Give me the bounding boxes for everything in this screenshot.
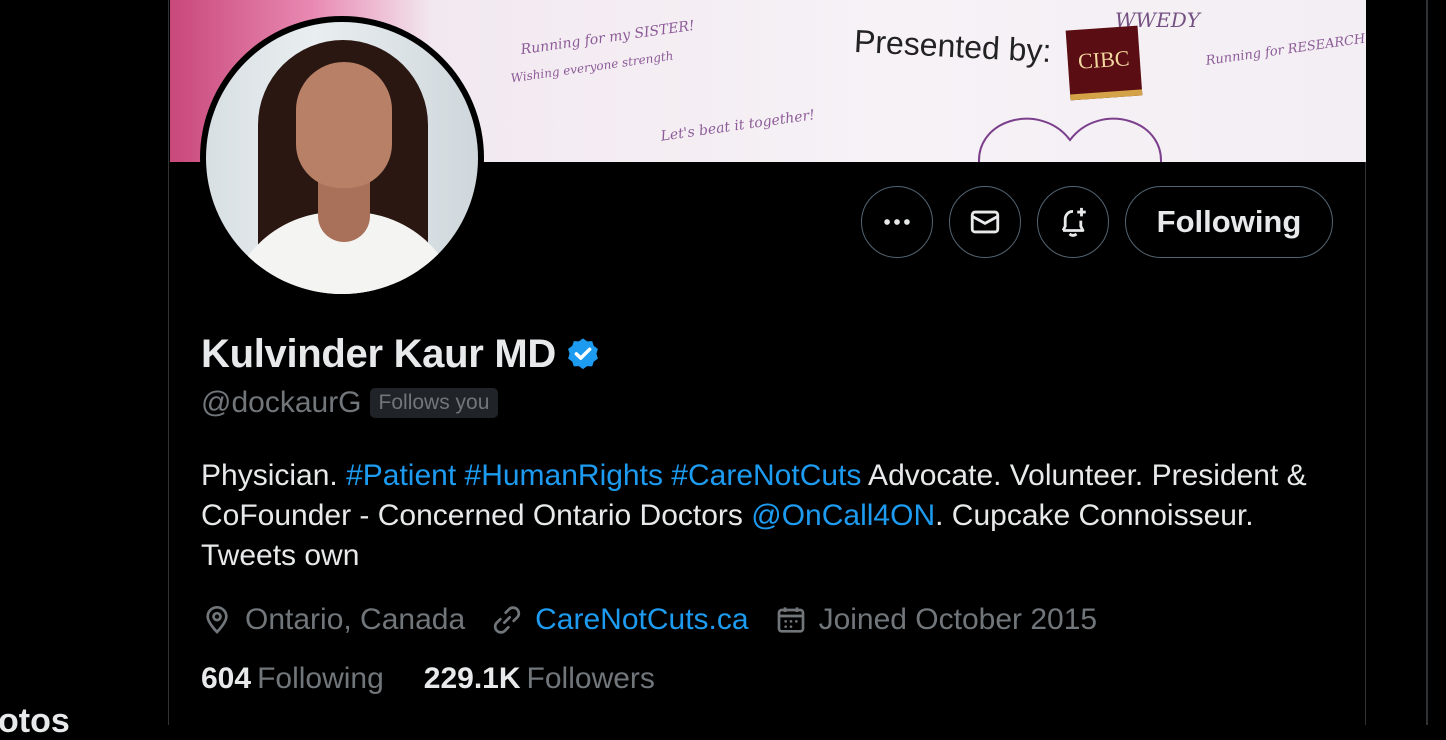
profile-bio: Physician. #Patient #HumanRights #CareNo…: [201, 456, 1341, 576]
profile-name: Kulvinder Kaur MD: [201, 332, 556, 376]
following-stat[interactable]: 604 Following: [201, 662, 384, 696]
mail-icon: [970, 210, 1000, 234]
joined-item: Joined October 2015: [775, 603, 1098, 637]
following-label: Following: [257, 662, 384, 695]
message-button[interactable]: [949, 186, 1021, 258]
heart-drawing-icon: [978, 117, 1162, 162]
website-item[interactable]: CareNotCuts.ca: [491, 603, 749, 637]
profile-name-row: Kulvinder Kaur MD: [201, 332, 602, 377]
bio-text: Physician.: [201, 459, 347, 492]
followers-label: Followers: [526, 662, 655, 695]
hashtag-link[interactable]: #HumanRights: [465, 459, 663, 492]
followers-count: 229.1K: [423, 662, 521, 695]
following-count: 604: [201, 662, 252, 695]
profile-meta: Ontario, Canada CareNotCuts.ca Joined Oc…: [201, 598, 1123, 642]
follows-you-badge: Follows you: [369, 388, 499, 418]
banner-scrawl: Running for RESEARCH!!: [1204, 30, 1366, 69]
notifications-button[interactable]: [1037, 186, 1109, 258]
location-pin-icon: [206, 605, 228, 634]
followers-stat[interactable]: 229.1K Followers: [424, 662, 655, 696]
more-icon: [884, 219, 910, 225]
banner-scrawl: Let's beat it together!: [659, 107, 816, 145]
scrollbar[interactable]: [1426, 0, 1428, 725]
right-gutter: [1366, 0, 1446, 725]
profile-handle: @dockaurG: [201, 386, 362, 419]
left-peek-text: otos: [0, 702, 70, 740]
calendar-icon: [777, 607, 804, 633]
profile-avatar[interactable]: [200, 16, 484, 300]
verified-badge-icon[interactable]: [564, 336, 602, 374]
bio-space: [456, 459, 464, 492]
left-sidebar: otos: [0, 0, 168, 738]
following-button[interactable]: Following: [1125, 186, 1333, 258]
more-button[interactable]: [861, 186, 933, 258]
joined-text: Joined October 2015: [818, 603, 1098, 636]
link-icon: [493, 606, 521, 634]
location-text: Ontario, Canada: [245, 603, 466, 636]
location-item: Ontario, Canada: [201, 603, 465, 637]
hashtag-link[interactable]: #CareNotCuts: [671, 459, 861, 492]
profile-handle-row: @dockaurG Follows you: [201, 386, 499, 420]
banner-presented-text: Presented by:: [853, 22, 1053, 70]
website-link[interactable]: CareNotCuts.ca: [535, 603, 748, 637]
mention-link[interactable]: @OnCall4ON: [751, 499, 935, 532]
hashtag-link[interactable]: #Patient: [346, 459, 456, 492]
profile-stats: 604 Following 229.1K Followers: [201, 662, 695, 696]
bell-plus-icon: [1061, 207, 1086, 237]
cibc-logo: CIBC: [1065, 25, 1143, 101]
